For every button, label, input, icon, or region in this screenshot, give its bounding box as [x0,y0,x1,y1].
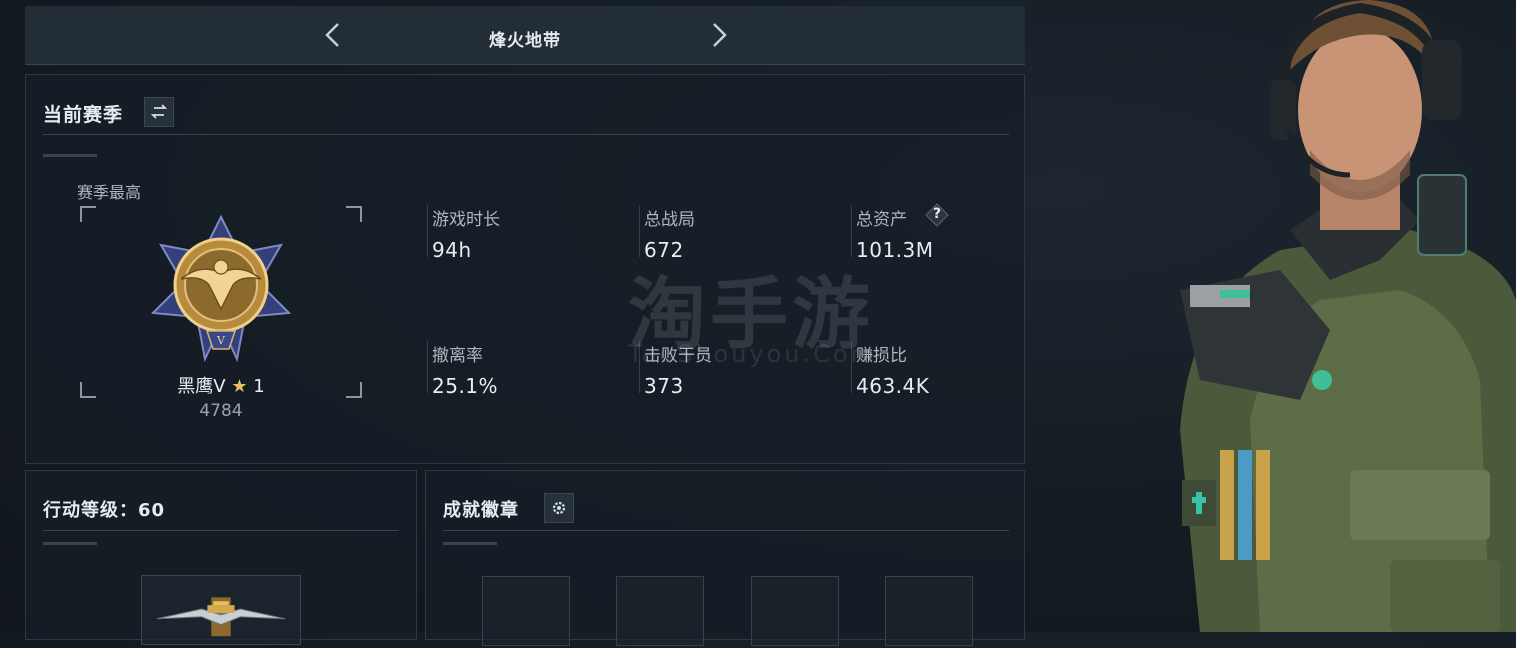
level-badge-icon [156,597,286,637]
badge-slot[interactable] [885,576,973,646]
divider-accent [443,542,497,545]
level-title: 行动等级：60 [43,500,166,521]
star-icon: ★ [231,376,248,397]
divider [443,530,1009,531]
watermark-subtext: TaoShouyou.Com [628,340,877,368]
stat-label: 总资产 [856,210,907,230]
season-best-label: 赛季最高 [77,183,142,202]
stat-divider [639,205,640,257]
rank-emblem-icon: V [150,214,292,363]
badge-slot[interactable] [751,576,839,646]
switch-season-button[interactable] [144,97,174,127]
rank-stars: 1 [253,376,265,397]
divider [43,134,1009,135]
stat-divider [427,341,428,393]
next-mode-button[interactable] [703,20,733,50]
rank-name-row: 黑鹰V ★ 1 [166,372,276,398]
badges-title: 成就徽章 [443,500,519,521]
badge-slot[interactable] [616,576,704,646]
stat-value: 94h [432,238,472,262]
stat-label: 游戏时长 [432,210,500,230]
rank-score: 4784 [199,401,243,421]
frame-corner [80,206,96,222]
stat-label: 撤离率 [432,346,483,366]
stat-value: 25.1% [432,374,499,398]
operator-character-image [1180,0,1516,632]
achievement-badges-panel: 成就徽章 [425,470,1025,646]
frame-corner [346,382,362,398]
frame-corner [346,206,362,222]
divider-accent [43,154,97,157]
badge-settings-button[interactable] [544,493,574,523]
stat-divider [427,205,428,257]
gear-icon [552,501,566,515]
stat-divider [851,205,852,257]
stat-value: 463.4K [856,374,930,398]
mode-title: 烽火地带 [489,31,561,51]
badge-slot[interactable] [482,576,570,646]
operation-level-panel: 行动等级：60 [25,470,417,645]
chevron-right-icon [713,23,727,47]
swap-icon [150,104,168,119]
help-symbol: ? [932,206,942,222]
stat-value: 373 [644,374,684,398]
stat-label: 总战局 [644,210,695,230]
current-season-panel: 当前赛季 赛季最高 V 黑鹰V ★ 1 4784 游戏时长 94h 总战局 67… [25,74,1025,464]
level-badge-frame [141,575,301,645]
divider [43,530,399,531]
divider-accent [43,542,97,545]
mode-selector-bar: 烽火地带 [25,6,1025,65]
frame-corner [80,382,96,398]
season-title: 当前赛季 [43,104,124,126]
svg-text:V: V [216,334,226,347]
rank-name: 黑鹰V [177,376,226,397]
help-button[interactable]: ? [925,203,949,227]
